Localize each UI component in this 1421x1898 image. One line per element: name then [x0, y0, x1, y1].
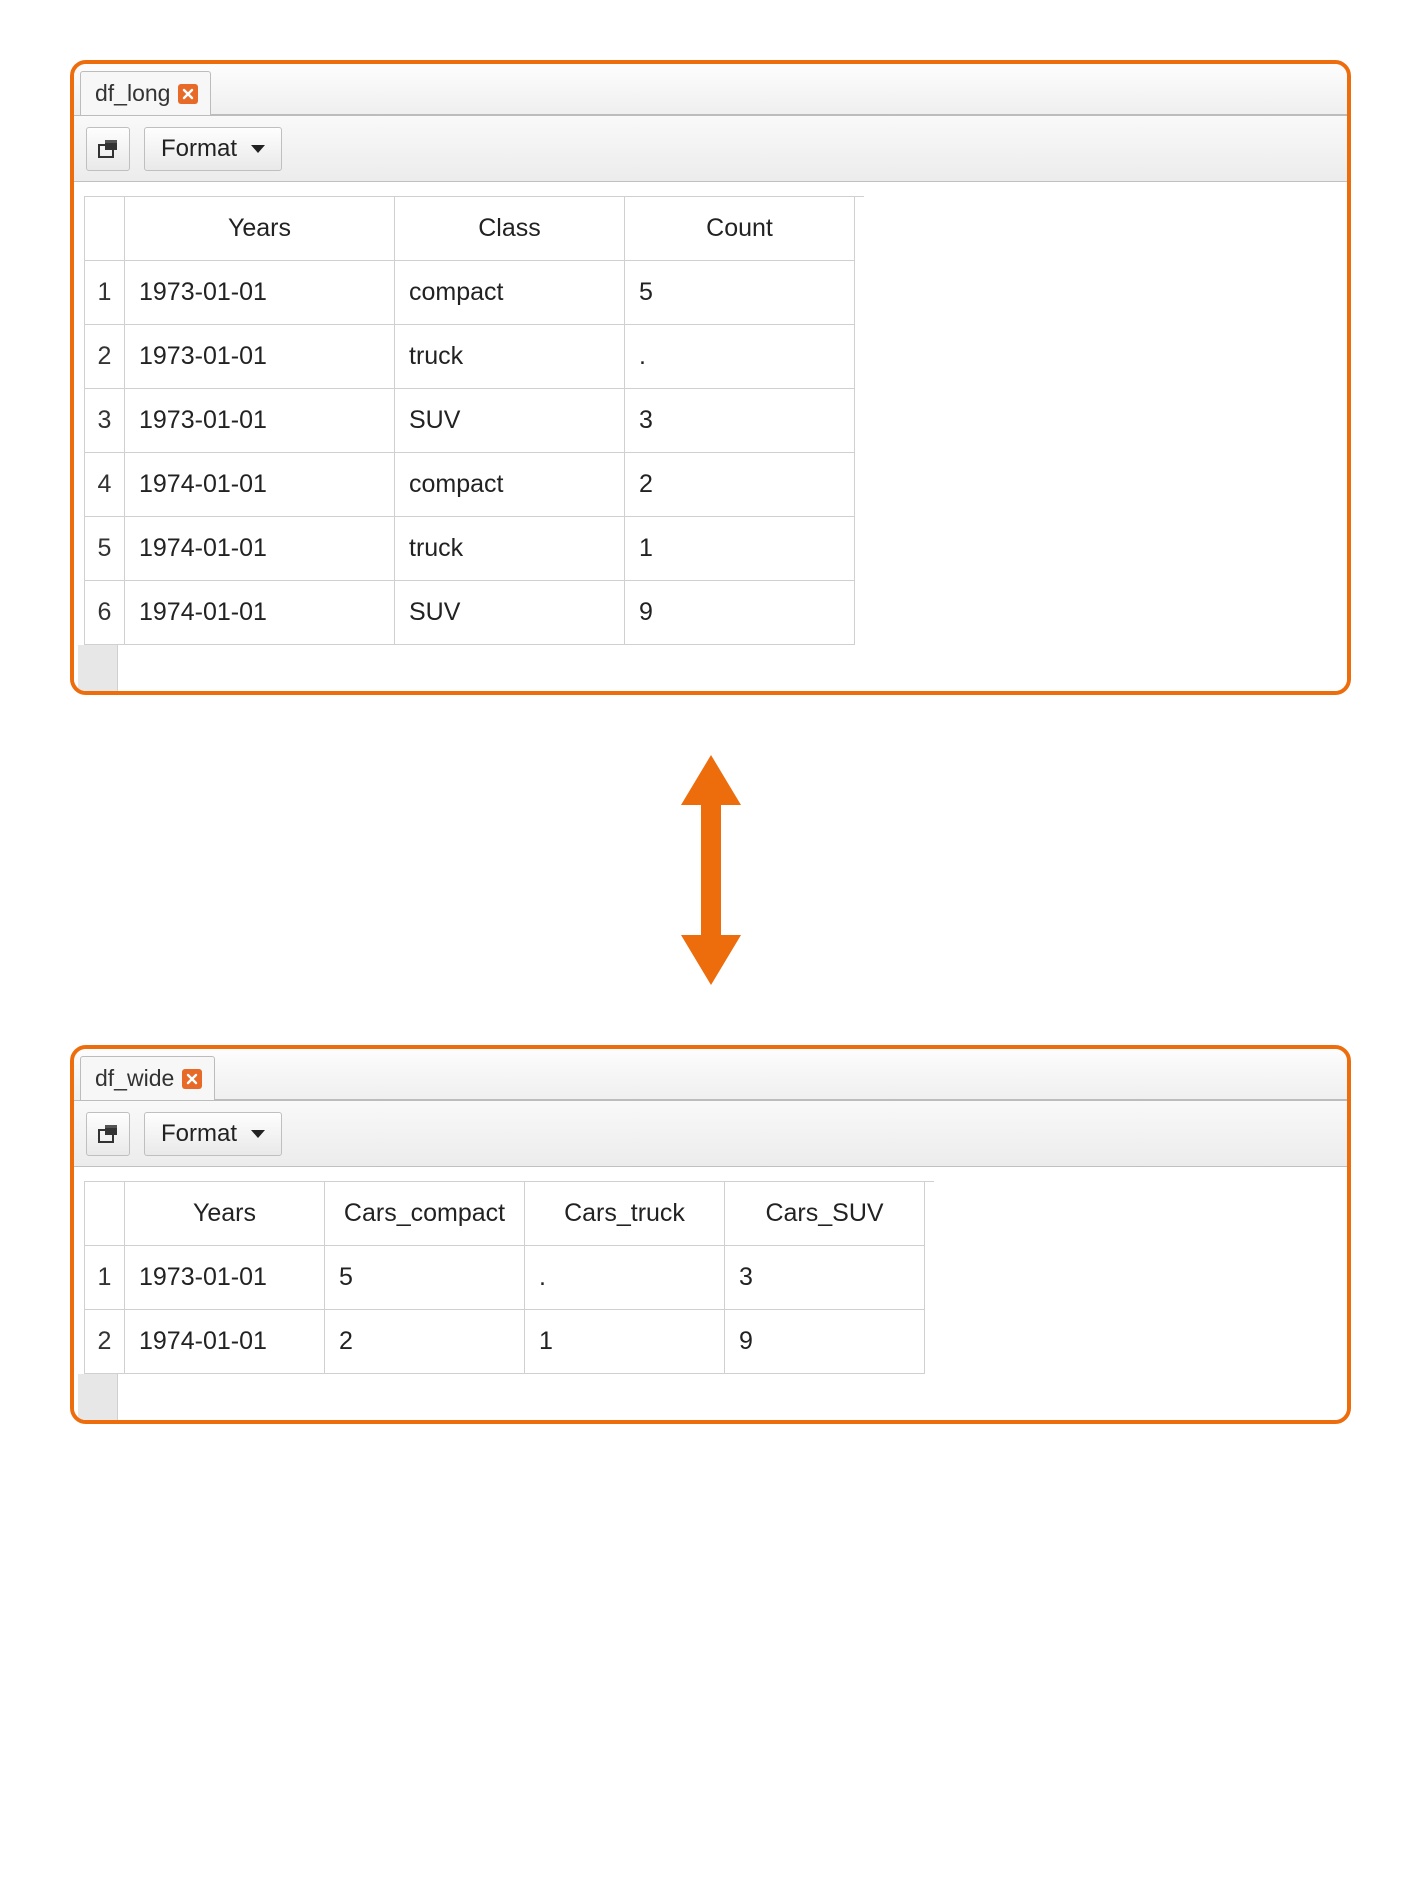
row-number[interactable]: 1	[85, 261, 125, 325]
cell-count[interactable]: .	[625, 325, 855, 389]
col-header-class[interactable]: Class	[395, 197, 625, 261]
chevron-down-icon	[251, 145, 265, 153]
cell-cars-suv[interactable]: 3	[725, 1246, 925, 1310]
cell-class[interactable]: truck	[395, 325, 625, 389]
popout-window-icon	[96, 1122, 120, 1146]
cell-cars-suv[interactable]: 9	[725, 1310, 925, 1374]
chevron-down-icon	[251, 1130, 265, 1138]
tab-label: df_wide	[95, 1065, 174, 1092]
cell-cars-compact[interactable]: 5	[325, 1246, 525, 1310]
tab-bar-space	[211, 114, 1347, 115]
grid-bottom-gutter	[78, 645, 1343, 691]
tab-bar: df_long	[74, 64, 1347, 116]
col-header-cars-suv[interactable]: Cars_SUV	[725, 1182, 925, 1246]
data-grid[interactable]: Years Cars_compact Cars_truck Cars_SUV 1…	[84, 1181, 934, 1374]
row-number[interactable]: 4	[85, 453, 125, 517]
row-number[interactable]: 1	[85, 1246, 125, 1310]
grid-corner	[85, 1182, 125, 1246]
cell-years[interactable]: 1974-01-01	[125, 1310, 325, 1374]
data-grid-wrapper: Years Cars_compact Cars_truck Cars_SUV 1…	[74, 1167, 1347, 1420]
format-dropdown[interactable]: Format	[144, 127, 282, 171]
col-header-years[interactable]: Years	[125, 1182, 325, 1246]
format-label: Format	[161, 1120, 237, 1148]
cell-cars-compact[interactable]: 2	[325, 1310, 525, 1374]
col-header-years[interactable]: Years	[125, 197, 395, 261]
cell-class[interactable]: compact	[395, 453, 625, 517]
col-header-cars-truck[interactable]: Cars_truck	[525, 1182, 725, 1246]
cell-years[interactable]: 1973-01-01	[125, 1246, 325, 1310]
cell-count[interactable]: 9	[625, 581, 855, 645]
format-dropdown[interactable]: Format	[144, 1112, 282, 1156]
transform-arrow	[70, 755, 1351, 985]
tab-df-wide[interactable]: df_wide	[80, 1056, 215, 1100]
cell-years[interactable]: 1974-01-01	[125, 517, 395, 581]
format-label: Format	[161, 135, 237, 163]
cell-class[interactable]: SUV	[395, 389, 625, 453]
data-grid-wrapper: Years Class Count 1 1973-01-01 compact 5…	[74, 182, 1347, 691]
popout-window-button[interactable]	[86, 1112, 130, 1156]
grid-corner	[85, 197, 125, 261]
data-grid[interactable]: Years Class Count 1 1973-01-01 compact 5…	[84, 196, 864, 645]
cell-years[interactable]: 1973-01-01	[125, 389, 395, 453]
cell-count[interactable]: 1	[625, 517, 855, 581]
row-number[interactable]: 6	[85, 581, 125, 645]
double-arrow-icon	[675, 755, 747, 985]
cell-class[interactable]: SUV	[395, 581, 625, 645]
popout-window-icon	[96, 137, 120, 161]
cell-count[interactable]: 3	[625, 389, 855, 453]
cell-years[interactable]: 1973-01-01	[125, 325, 395, 389]
row-number[interactable]: 2	[85, 325, 125, 389]
tab-df-long[interactable]: df_long	[80, 71, 211, 115]
cell-class[interactable]: truck	[395, 517, 625, 581]
row-number[interactable]: 3	[85, 389, 125, 453]
cell-years[interactable]: 1974-01-01	[125, 453, 395, 517]
tab-bar-space	[215, 1099, 1347, 1100]
grid-bottom-gutter	[78, 1374, 1343, 1420]
close-icon[interactable]	[178, 84, 198, 104]
close-icon[interactable]	[182, 1069, 202, 1089]
panel-df-long: df_long Format	[70, 60, 1351, 695]
popout-window-button[interactable]	[86, 127, 130, 171]
col-header-count[interactable]: Count	[625, 197, 855, 261]
col-header-cars-compact[interactable]: Cars_compact	[325, 1182, 525, 1246]
toolbar: Format	[74, 1101, 1347, 1167]
toolbar: Format	[74, 116, 1347, 182]
tab-bar: df_wide	[74, 1049, 1347, 1101]
row-number[interactable]: 2	[85, 1310, 125, 1374]
cell-years[interactable]: 1973-01-01	[125, 261, 395, 325]
cell-cars-truck[interactable]: 1	[525, 1310, 725, 1374]
cell-years[interactable]: 1974-01-01	[125, 581, 395, 645]
cell-class[interactable]: compact	[395, 261, 625, 325]
panel-df-wide: df_wide Format	[70, 1045, 1351, 1424]
cell-count[interactable]: 5	[625, 261, 855, 325]
row-number[interactable]: 5	[85, 517, 125, 581]
tab-label: df_long	[95, 80, 170, 107]
cell-count[interactable]: 2	[625, 453, 855, 517]
cell-cars-truck[interactable]: .	[525, 1246, 725, 1310]
